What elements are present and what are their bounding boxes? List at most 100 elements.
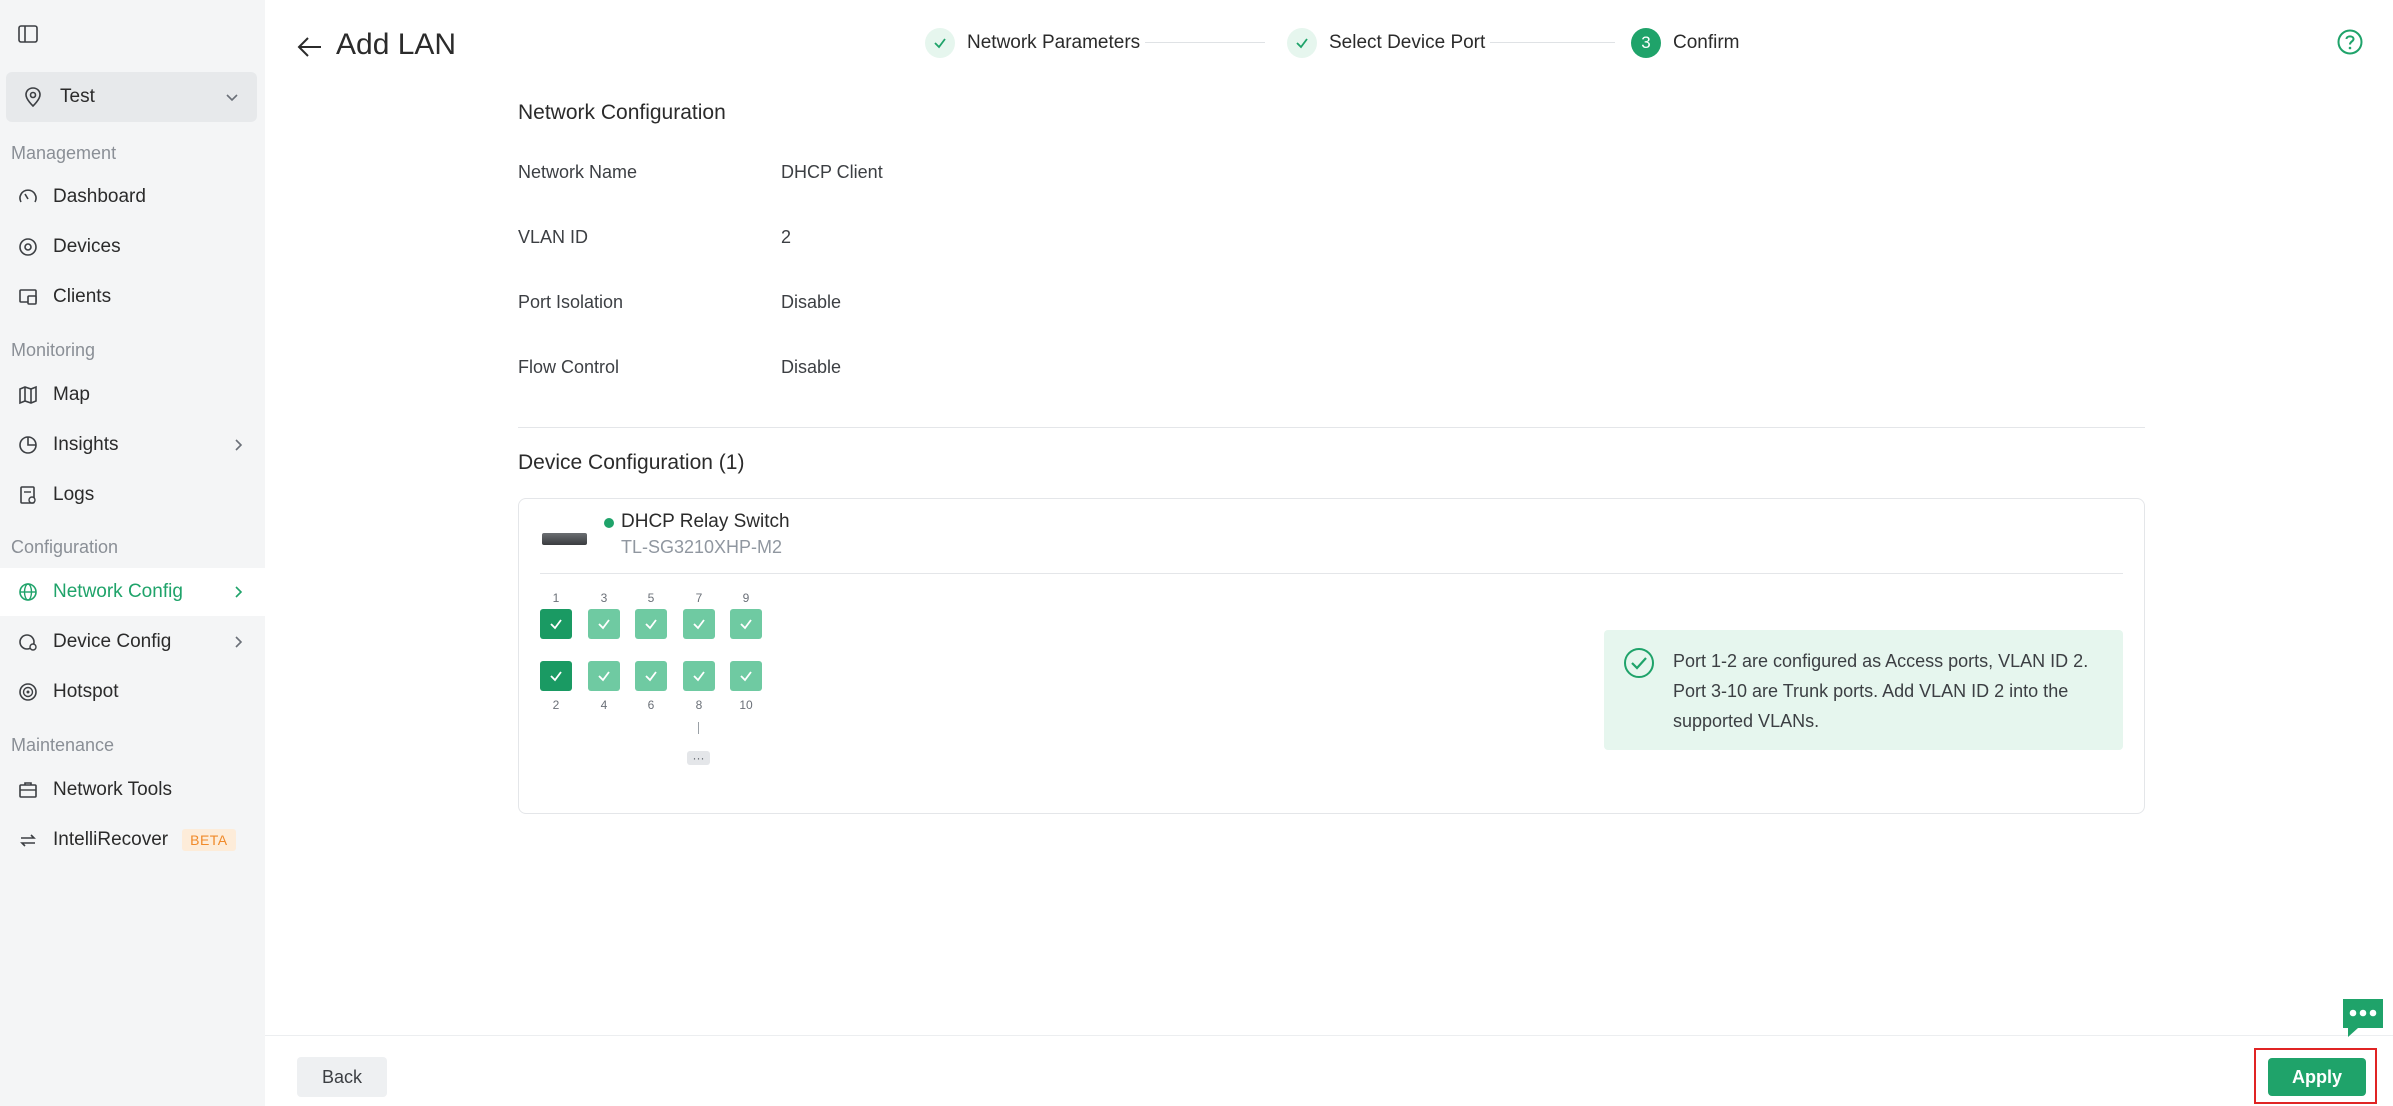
network-configuration-heading: Network Configuration — [518, 101, 726, 124]
device-config-icon — [17, 631, 39, 653]
field-value-network-name: DHCP Client — [781, 162, 883, 182]
check-icon — [598, 671, 610, 682]
step-network-parameters: Network Parameters — [925, 28, 1140, 58]
section-divider — [518, 427, 2145, 428]
check-icon — [740, 619, 752, 630]
clients-icon — [17, 286, 39, 308]
toolbox-icon — [17, 779, 39, 801]
port-2-access[interactable] — [540, 661, 572, 691]
check-icon — [693, 671, 705, 682]
sidebar-item-label: Map — [53, 384, 90, 405]
sidebar-item-dashboard[interactable]: Dashboard — [0, 173, 265, 221]
sidebar-item-device-config[interactable]: Device Config — [0, 618, 265, 666]
sidebar-item-devices[interactable]: Devices — [0, 223, 265, 271]
step-label: Select Device Port — [1329, 32, 1486, 53]
check-icon — [598, 619, 610, 630]
sidebar-item-label: Hotspot — [53, 681, 119, 702]
devices-icon — [17, 236, 39, 258]
field-label-vlan-id: VLAN ID — [518, 227, 589, 247]
sidebar-item-label: Insights — [53, 434, 119, 455]
field-label-flow-control: Flow Control — [518, 357, 620, 377]
sidebar-item-label: Dashboard — [53, 186, 146, 207]
sidebar-item-label: Network Tools — [53, 779, 172, 800]
beta-badge: BETA — [182, 829, 236, 851]
port-number: 8 — [695, 698, 703, 712]
port-number: 1 — [552, 591, 560, 605]
port-connector-line — [698, 722, 699, 734]
sidebar-item-label: Devices — [53, 236, 121, 257]
back-button[interactable]: Back — [297, 1057, 387, 1097]
pie-chart-icon — [17, 434, 39, 456]
port-number: 6 — [647, 698, 655, 712]
field-value-vlan-id: 2 — [781, 227, 792, 247]
section-title-maintenance: Maintenance — [11, 735, 115, 755]
more-ports-button[interactable]: ··· — [687, 751, 710, 765]
step-connector — [1490, 42, 1615, 43]
check-icon — [550, 619, 562, 630]
port-number: 10 — [739, 698, 753, 712]
sidebar-collapse-icon[interactable] — [16, 22, 40, 46]
sidebar-item-clients[interactable]: Clients — [0, 273, 265, 321]
hotspot-icon — [17, 681, 39, 703]
footer-divider — [265, 1035, 2393, 1036]
port-8-trunk[interactable] — [683, 661, 715, 691]
check-icon — [645, 619, 657, 630]
chevron-right-icon — [229, 436, 247, 454]
port-config-info-box: Port 1-2 are configured as Access ports,… — [1604, 630, 2123, 750]
chevron-down-icon — [223, 88, 241, 106]
map-icon — [17, 384, 39, 406]
section-title-configuration: Configuration — [11, 537, 119, 557]
port-number: 5 — [647, 591, 655, 605]
apply-button[interactable]: Apply — [2268, 1058, 2366, 1096]
sidebar-item-label: Clients — [53, 286, 112, 307]
port-5-trunk[interactable] — [635, 609, 667, 639]
port-number: 2 — [552, 698, 560, 712]
check-icon — [1287, 28, 1317, 58]
help-circle-icon[interactable] — [2336, 28, 2364, 56]
sidebar-item-logs[interactable]: Logs — [0, 471, 265, 519]
sidebar-item-label: Logs — [53, 484, 95, 505]
sidebar-item-label: Device Config — [53, 631, 172, 652]
chevron-right-icon — [229, 633, 247, 651]
sidebar-item-map[interactable]: Map — [0, 371, 265, 419]
sidebar-item-network-tools[interactable]: Network Tools — [0, 766, 265, 814]
dashboard-icon — [17, 186, 39, 208]
chevron-right-icon — [229, 583, 247, 601]
site-selector[interactable]: Test — [6, 72, 257, 122]
port-9-trunk[interactable] — [730, 609, 762, 639]
check-icon — [550, 671, 562, 682]
page-title: Add LAN — [336, 28, 457, 61]
port-10-trunk[interactable] — [730, 661, 762, 691]
globe-icon — [17, 581, 39, 603]
online-status-dot — [604, 518, 614, 528]
switch-device-image — [542, 533, 587, 545]
field-label-network-name: Network Name — [518, 162, 638, 182]
step-label: Confirm — [1673, 32, 1740, 53]
recover-arrows-icon — [17, 829, 39, 851]
chat-bubble-icon[interactable] — [2340, 996, 2386, 1040]
step-number: 3 — [1631, 28, 1661, 58]
port-number: 9 — [742, 591, 750, 605]
check-icon — [925, 28, 955, 58]
port-6-trunk[interactable] — [635, 661, 667, 691]
step-confirm: 3 Confirm — [1631, 28, 1740, 58]
port-1-access[interactable] — [540, 609, 572, 639]
step-select-device-port: Select Device Port — [1287, 28, 1485, 58]
port-7-trunk[interactable] — [683, 609, 715, 639]
site-name: Test — [60, 86, 95, 107]
sidebar-item-label: IntelliRecover — [53, 829, 169, 850]
port-3-trunk[interactable] — [588, 609, 620, 639]
section-title-monitoring: Monitoring — [11, 340, 96, 360]
port-4-trunk[interactable] — [588, 661, 620, 691]
sidebar-item-insights[interactable]: Insights — [0, 421, 265, 469]
port-number: 3 — [600, 591, 608, 605]
sidebar-item-network-config[interactable]: Network Config — [0, 568, 265, 616]
field-label-port-isolation: Port Isolation — [518, 292, 624, 312]
check-circle-icon — [1622, 646, 1656, 680]
back-arrow-icon[interactable] — [296, 34, 324, 60]
port-number: 4 — [600, 698, 608, 712]
sidebar-item-intellirecover[interactable]: IntelliRecover BETA — [0, 816, 265, 864]
sidebar: Test Management Dashboard Devices Client… — [0, 0, 265, 1106]
location-pin-icon — [22, 86, 44, 108]
sidebar-item-hotspot[interactable]: Hotspot — [0, 668, 265, 716]
